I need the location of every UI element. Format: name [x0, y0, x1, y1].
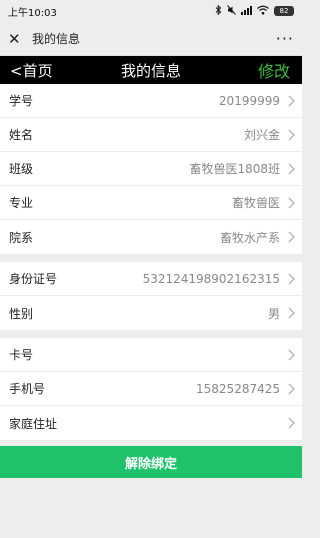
chevron-right-icon [286, 383, 296, 395]
edit-button[interactable]: 修改 [258, 58, 290, 82]
signal-icon [241, 5, 252, 18]
info-row[interactable]: 专业 畜牧兽医 [0, 186, 302, 220]
row-label: 卡号 [9, 348, 34, 362]
chevron-right-icon [286, 163, 296, 175]
mute-icon [227, 4, 236, 18]
close-icon[interactable]: ✕ [8, 22, 26, 56]
row-value: 畜牧水产系 [219, 230, 280, 245]
row-value: 男 [267, 306, 280, 321]
battery-icon: 82 [274, 6, 294, 16]
row-value: 532124198902162315 [142, 271, 280, 286]
row-label: 专业 [9, 196, 34, 210]
chevron-right-icon [286, 417, 296, 429]
wifi-icon [257, 5, 269, 18]
bluetooth-icon [215, 4, 222, 18]
chevron-right-icon [286, 197, 296, 209]
status-bar: 上午10:03 82 [0, 0, 302, 22]
wechat-navigation-bar: ✕ 我的信息 ··· [0, 22, 302, 56]
back-home-link[interactable]: <首页 [10, 60, 53, 81]
info-row[interactable]: 手机号 15825287425 [0, 372, 302, 406]
info-row[interactable]: 院系 畜牧水产系 [0, 220, 302, 254]
row-label: 家庭住址 [9, 416, 58, 431]
section-divider [0, 254, 302, 262]
row-value: 畜牧兽医1808班 [189, 162, 280, 176]
chevron-right-icon [286, 273, 296, 285]
unbind-button[interactable]: 解除绑定 [0, 446, 302, 478]
row-value: 刘兴金 [243, 128, 280, 142]
row-label: 性别 [9, 306, 34, 321]
info-row[interactable]: 卡号 [0, 338, 302, 372]
info-row[interactable]: 性别 男 [0, 296, 302, 330]
identity-info-group: 身份证号 532124198902162315 性别 男 [0, 262, 302, 330]
status-time: 上午10:03 [8, 7, 57, 19]
info-row[interactable]: 班级 畜牧兽医1808班 [0, 152, 302, 186]
row-label: 学号 [9, 94, 34, 108]
row-value: 畜牧兽医 [231, 196, 280, 210]
row-value: 20199999 [218, 93, 280, 108]
contact-info-group: 卡号手机号 15825287425 家庭住址 [0, 338, 302, 440]
info-row[interactable]: 学号 20199999 [0, 84, 302, 118]
row-label: 院系 [9, 230, 34, 245]
chevron-right-icon [286, 307, 296, 319]
info-row[interactable]: 姓名 刘兴金 [0, 118, 302, 152]
info-row[interactable]: 家庭住址 [0, 406, 302, 440]
wechat-page-title: 我的信息 [32, 32, 81, 46]
app-header: <首页 我的信息 修改 [0, 56, 302, 84]
row-label: 手机号 [9, 382, 46, 396]
row-label: 班级 [9, 162, 34, 176]
chevron-right-icon [286, 231, 296, 243]
info-row[interactable]: 身份证号 532124198902162315 [0, 262, 302, 296]
chevron-right-icon [286, 129, 296, 141]
row-value: 15825287425 [196, 381, 280, 396]
row-label: 身份证号 [9, 272, 58, 286]
chevron-right-icon [286, 349, 296, 361]
more-icon[interactable]: ··· [276, 22, 294, 56]
row-label: 姓名 [9, 128, 34, 142]
chevron-right-icon [286, 95, 296, 107]
section-divider [0, 330, 302, 338]
status-icons: 82 [215, 4, 294, 18]
basic-info-group: 学号 20199999 姓名 刘兴金班级 畜牧兽医1808班专业 畜牧兽医院系 畜牧水产系 [0, 84, 302, 254]
